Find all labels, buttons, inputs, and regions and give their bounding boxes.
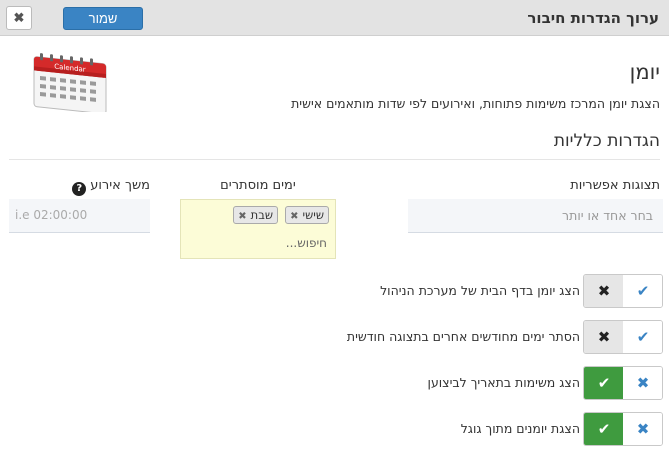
calendar-icon: Calendar (33, 53, 107, 112)
toggle-label: הסתר ימים מחודשים אחרים בתצוגה חודשית (346, 329, 580, 344)
toggle-off-icon[interactable]: ✖ (623, 367, 662, 399)
hidden-days-select[interactable]: שישי ✖ שבת ✖ חיפוש... (180, 199, 336, 259)
toggle-off-icon[interactable]: ✖ (623, 413, 662, 445)
duration-label-wrap: משך אירוע? (9, 178, 150, 196)
dialog-title: ערוך הגדרות חיבור (527, 9, 659, 27)
toggle-on-icon[interactable]: ✔ (623, 275, 662, 307)
toggle-switch[interactable]: ✔ ✖ (583, 412, 663, 446)
duration-label: משך אירוע (90, 178, 150, 193)
tag-remove-icon[interactable]: ✖ (238, 209, 246, 225)
close-button[interactable]: ✖ (6, 6, 32, 30)
toggle-row: ✖ ✔ הסתר ימים מחודשים אחרים בתצוגה חודשי… (0, 320, 669, 354)
toggle-switch[interactable]: ✔ ✖ (583, 366, 663, 400)
duration-placeholder: i.e 02:00:00 (15, 208, 88, 222)
views-label: תצוגות אפשריות (570, 178, 660, 193)
tag-label: שישי (302, 208, 324, 222)
tag-remove-icon[interactable]: ✖ (290, 209, 298, 225)
toggle-off-icon[interactable]: ✖ (584, 275, 624, 307)
section-divider (9, 159, 660, 160)
toggle-switch[interactable]: ✖ ✔ (583, 320, 663, 354)
dialog-header: ✖ שמור ערוך הגדרות חיבור (0, 0, 669, 36)
toggle-row: ✖ ✔ הצג יומן בדף הבית של מערכת הניהול (0, 274, 669, 308)
toggle-label: הצגת יומנים מתוך גוגל (460, 421, 580, 436)
toggle-on-icon[interactable]: ✔ (584, 413, 624, 445)
views-select[interactable]: בחר אחד או יותר (408, 199, 663, 233)
tag-item: שבת ✖ (233, 206, 278, 224)
toggle-off-icon[interactable]: ✖ (584, 321, 624, 353)
toggle-row: ✔ ✖ הצגת יומנים מתוך גוגל (0, 412, 669, 446)
toggle-label: הצג יומן בדף הבית של מערכת הניהול (380, 283, 580, 298)
toggle-row: ✔ ✖ הצג משימות בתאריך לביצוען (0, 366, 669, 400)
help-icon[interactable]: ? (72, 182, 87, 196)
page-description: הצגת יומן המרכז משימות פתוחות, ואירועים … (291, 96, 660, 111)
toggle-switch[interactable]: ✖ ✔ (583, 274, 663, 308)
save-button[interactable]: שמור (63, 7, 143, 30)
hidden-days-label: ימים מוסתרים (220, 178, 296, 193)
toggle-label: הצג משימות בתאריך לביצוען (427, 375, 580, 390)
views-placeholder: בחר אחד או יותר (562, 208, 653, 223)
tag-item: שישי ✖ (285, 206, 329, 224)
section-title: הגדרות כלליות (553, 131, 660, 151)
tag-label: שבת (250, 208, 273, 222)
toggle-on-icon[interactable]: ✔ (623, 321, 662, 353)
page-title: יומן (629, 60, 660, 84)
duration-input[interactable]: i.e 02:00:00 (9, 199, 150, 233)
toggle-on-icon[interactable]: ✔ (584, 367, 624, 399)
tags-search-input[interactable]: חיפוש... (286, 236, 327, 250)
